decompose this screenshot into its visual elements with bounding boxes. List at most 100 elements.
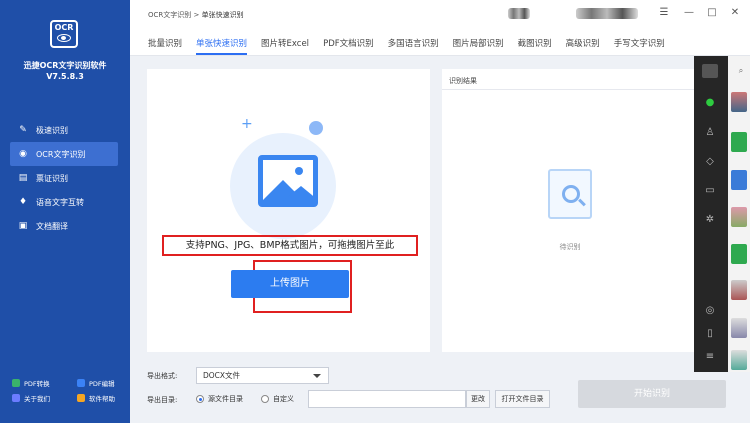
tab-screenshot[interactable]: 截图识别 xyxy=(518,30,552,55)
sidebar-item-label: 语音文字互转 xyxy=(36,197,84,207)
close-icon[interactable]: ✕ xyxy=(728,7,742,18)
about-link[interactable]: 关于我们 xyxy=(0,393,65,403)
thumbnail[interactable] xyxy=(731,92,747,112)
blurred-avatar[interactable] xyxy=(508,8,530,19)
change-dir-button[interactable]: 更改 xyxy=(466,390,490,408)
microphone-icon: ♦ xyxy=(18,197,28,207)
link-label: 关于我们 xyxy=(24,394,50,403)
start-recognition-button[interactable]: 开始识别 xyxy=(578,380,726,408)
folder-icon[interactable]: ▭ xyxy=(702,185,718,199)
breadcrumb: OCR文字识别 > 单张快速识别 xyxy=(148,10,244,20)
radio-checked-icon xyxy=(196,395,204,403)
cube-icon[interactable]: ◇ xyxy=(702,156,718,170)
decorative-bubble xyxy=(309,121,323,135)
eye-icon: ◉ xyxy=(19,149,27,159)
tab-handwriting[interactable]: 手写文字识别 xyxy=(614,30,665,55)
thumbnail[interactable] xyxy=(731,350,747,370)
app-version: V7.5.8.3 xyxy=(46,72,84,81)
tab-single-fast[interactable]: 单张快速识别 xyxy=(196,30,248,55)
breadcrumb-separator: > xyxy=(193,11,200,19)
export-dir-label: 导出目录: xyxy=(147,396,178,404)
avatar[interactable] xyxy=(702,64,718,78)
sidebar-item-ticket[interactable]: ▤ 票证识别 xyxy=(0,166,130,190)
tab-pdf[interactable]: PDF文档识别 xyxy=(323,30,374,55)
plus-icon: + xyxy=(241,116,253,132)
document-search-icon xyxy=(548,169,592,219)
upload-button[interactable]: 上传图片 xyxy=(231,270,349,298)
radio-source-dir[interactable]: 源文件目录 xyxy=(196,394,243,404)
sidebar-item-label: 票证识别 xyxy=(36,173,68,183)
title-bar: OCR文字识别 > 单张快速识别 ☰ — □ ✕ xyxy=(130,0,750,30)
result-panel: 识别结果 待识别 xyxy=(442,69,698,352)
thumbnail[interactable] xyxy=(731,244,747,264)
minimize-icon[interactable]: — xyxy=(682,7,696,18)
export-format-label: 导出格式: xyxy=(147,372,178,380)
export-format-select[interactable]: DOCX文件 xyxy=(196,367,329,384)
pdf-convert-icon xyxy=(12,378,20,387)
thumbnail[interactable] xyxy=(731,318,747,338)
user-icon[interactable]: ♙ xyxy=(702,127,718,141)
tab-bar: 批量识别 单张快速识别 图片转Excel PDF文档识别 多国语言识别 图片局部… xyxy=(130,30,750,56)
sidebar: OCR 迅捷OCR文字识别软件 V7.5.8.3 ✎ 极速识别 ◉ OCR文字识… xyxy=(0,0,130,423)
app-logo: OCR xyxy=(50,20,78,48)
result-title: 识别结果 xyxy=(449,77,477,85)
export-path-input[interactable] xyxy=(308,390,466,408)
sidebar-item-label: 极速识别 xyxy=(36,125,68,135)
gear-icon[interactable]: ✲ xyxy=(702,214,718,228)
info-icon xyxy=(12,393,20,402)
eye-icon xyxy=(57,34,71,42)
sidebar-nav: ✎ 极速识别 ◉ OCR文字识别 ▤ 票证识别 ♦ 语音文字互转 ▣ 文档翻译 xyxy=(0,118,130,238)
menu-icon[interactable]: ☰ xyxy=(657,7,671,18)
edit-icon: ✎ xyxy=(19,125,27,135)
sidebar-item-fast-recognition[interactable]: ✎ 极速识别 xyxy=(0,118,130,142)
ticket-icon: ▤ xyxy=(18,173,28,183)
document-translate-icon: ▣ xyxy=(18,221,28,231)
tab-multilang[interactable]: 多国语言识别 xyxy=(388,30,439,55)
radio-label: 源文件目录 xyxy=(208,395,243,403)
phone-icon[interactable]: ▯ xyxy=(702,328,718,342)
image-icon xyxy=(258,155,318,207)
radio-unchecked-icon xyxy=(261,395,269,403)
menu-icon[interactable]: ≡ xyxy=(702,351,718,365)
chevron-down-icon xyxy=(313,374,321,378)
maximize-icon[interactable]: □ xyxy=(705,7,719,18)
result-status: 待识别 xyxy=(559,243,581,251)
link-label: 软件帮助 xyxy=(89,394,115,403)
sidebar-item-label: 文档翻译 xyxy=(36,221,68,231)
radio-custom-dir[interactable]: 自定义 xyxy=(261,394,294,404)
tab-batch[interactable]: 批量识别 xyxy=(148,30,182,55)
chat-icon[interactable]: ● xyxy=(702,97,718,111)
tab-image-excel[interactable]: 图片转Excel xyxy=(261,30,309,55)
overlay-icon-strip: ● ♙ ◇ ▭ ✲ ◎ ▯ ≡ xyxy=(694,56,728,372)
pdf-edit-icon xyxy=(77,378,85,387)
help-link[interactable]: 软件帮助 xyxy=(65,393,130,403)
breadcrumb-current: 单张快速识别 xyxy=(201,11,244,19)
export-format-value: DOCX文件 xyxy=(203,371,241,380)
upload-panel[interactable]: + 支持PNG、JPG、BMP格式图片，可拖拽图片至此 上传图片 xyxy=(147,69,430,352)
divider xyxy=(442,89,698,90)
thumbnail[interactable] xyxy=(731,132,747,152)
logo-text: OCR xyxy=(54,23,74,32)
overlay-toolbar: ● ♙ ◇ ▭ ✲ ◎ ▯ ≡ ⌕ xyxy=(694,56,750,372)
sidebar-item-ocr[interactable]: ◉ OCR文字识别 xyxy=(10,142,118,166)
radio-label: 自定义 xyxy=(273,395,294,403)
compass-icon[interactable]: ◎ xyxy=(702,305,718,319)
open-dir-button[interactable]: 打开文件目录 xyxy=(495,390,550,408)
sidebar-item-translate[interactable]: ▣ 文档翻译 xyxy=(0,214,130,238)
breadcrumb-parent[interactable]: OCR文字识别 xyxy=(148,11,191,19)
thumbnail[interactable] xyxy=(731,170,747,190)
tab-partial[interactable]: 图片局部识别 xyxy=(453,30,504,55)
sidebar-item-label: OCR文字识别 xyxy=(36,149,86,159)
pdf-convert-link[interactable]: PDF转换 xyxy=(0,378,65,388)
app-name: 迅捷OCR文字识别软件 xyxy=(23,61,107,70)
upload-hint: 支持PNG、JPG、BMP格式图片，可拖拽图片至此 xyxy=(162,235,418,256)
thumbnail[interactable] xyxy=(731,207,747,227)
sidebar-item-voice[interactable]: ♦ 语音文字互转 xyxy=(0,190,130,214)
tab-advanced[interactable]: 高级识别 xyxy=(566,30,600,55)
search-icon[interactable]: ⌕ xyxy=(733,66,749,80)
help-icon xyxy=(77,393,85,402)
pdf-edit-link[interactable]: PDF编辑 xyxy=(65,378,130,388)
link-label: PDF编辑 xyxy=(89,379,115,388)
thumbnail[interactable] xyxy=(731,280,747,300)
blurred-username[interactable] xyxy=(576,8,638,19)
